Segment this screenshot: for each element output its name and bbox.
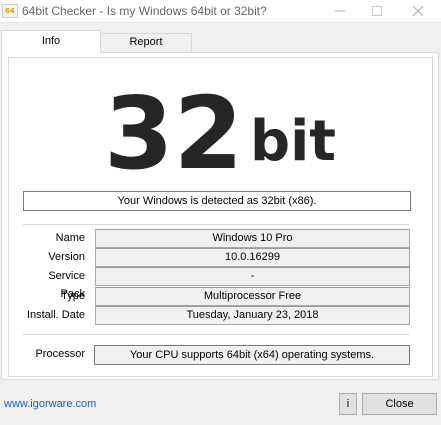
maximize-button[interactable] — [363, 2, 391, 20]
window-title: 64bit Checker - Is my Windows 64bit or 3… — [22, 4, 267, 18]
minimize-icon — [335, 10, 345, 12]
bitness-unit: bit — [250, 109, 337, 174]
maximize-icon — [372, 6, 382, 16]
minimize-button[interactable] — [326, 2, 354, 20]
version-label: Version — [48, 251, 85, 263]
close-icon — [413, 6, 423, 16]
install-date-label: Install. Date — [26, 309, 85, 321]
install-date-value: Tuesday, January 23, 2018 — [95, 306, 410, 325]
processor-label: Processor — [35, 348, 85, 360]
separator — [23, 224, 409, 225]
type-label: Type — [61, 290, 85, 302]
bitness-number: 32 — [104, 75, 244, 192]
tab-info[interactable]: Info — [1, 30, 101, 53]
tab-bar: Info Report — [0, 30, 441, 53]
service-pack-value: - — [95, 267, 410, 286]
version-value: 10.0.16299 — [95, 248, 410, 267]
tab-report[interactable]: Report — [100, 33, 192, 52]
website-link[interactable]: www.igorware.com — [4, 398, 96, 410]
name-label: Name — [55, 232, 85, 244]
close-window-button[interactable] — [404, 2, 432, 20]
info-button[interactable]: i — [339, 393, 357, 415]
separator — [23, 334, 409, 335]
type-value: Multiprocessor Free — [95, 287, 410, 306]
close-button[interactable]: Close — [362, 393, 437, 415]
detection-result: Your Windows is detected as 32bit (x86). — [23, 191, 411, 211]
title-bar: 64 64bit Checker - Is my Windows 64bit o… — [0, 0, 441, 23]
processor-value: Your CPU supports 64bit (x64) operating … — [94, 345, 410, 365]
app-icon: 64 — [2, 4, 18, 18]
name-value: Windows 10 Pro — [95, 229, 410, 248]
